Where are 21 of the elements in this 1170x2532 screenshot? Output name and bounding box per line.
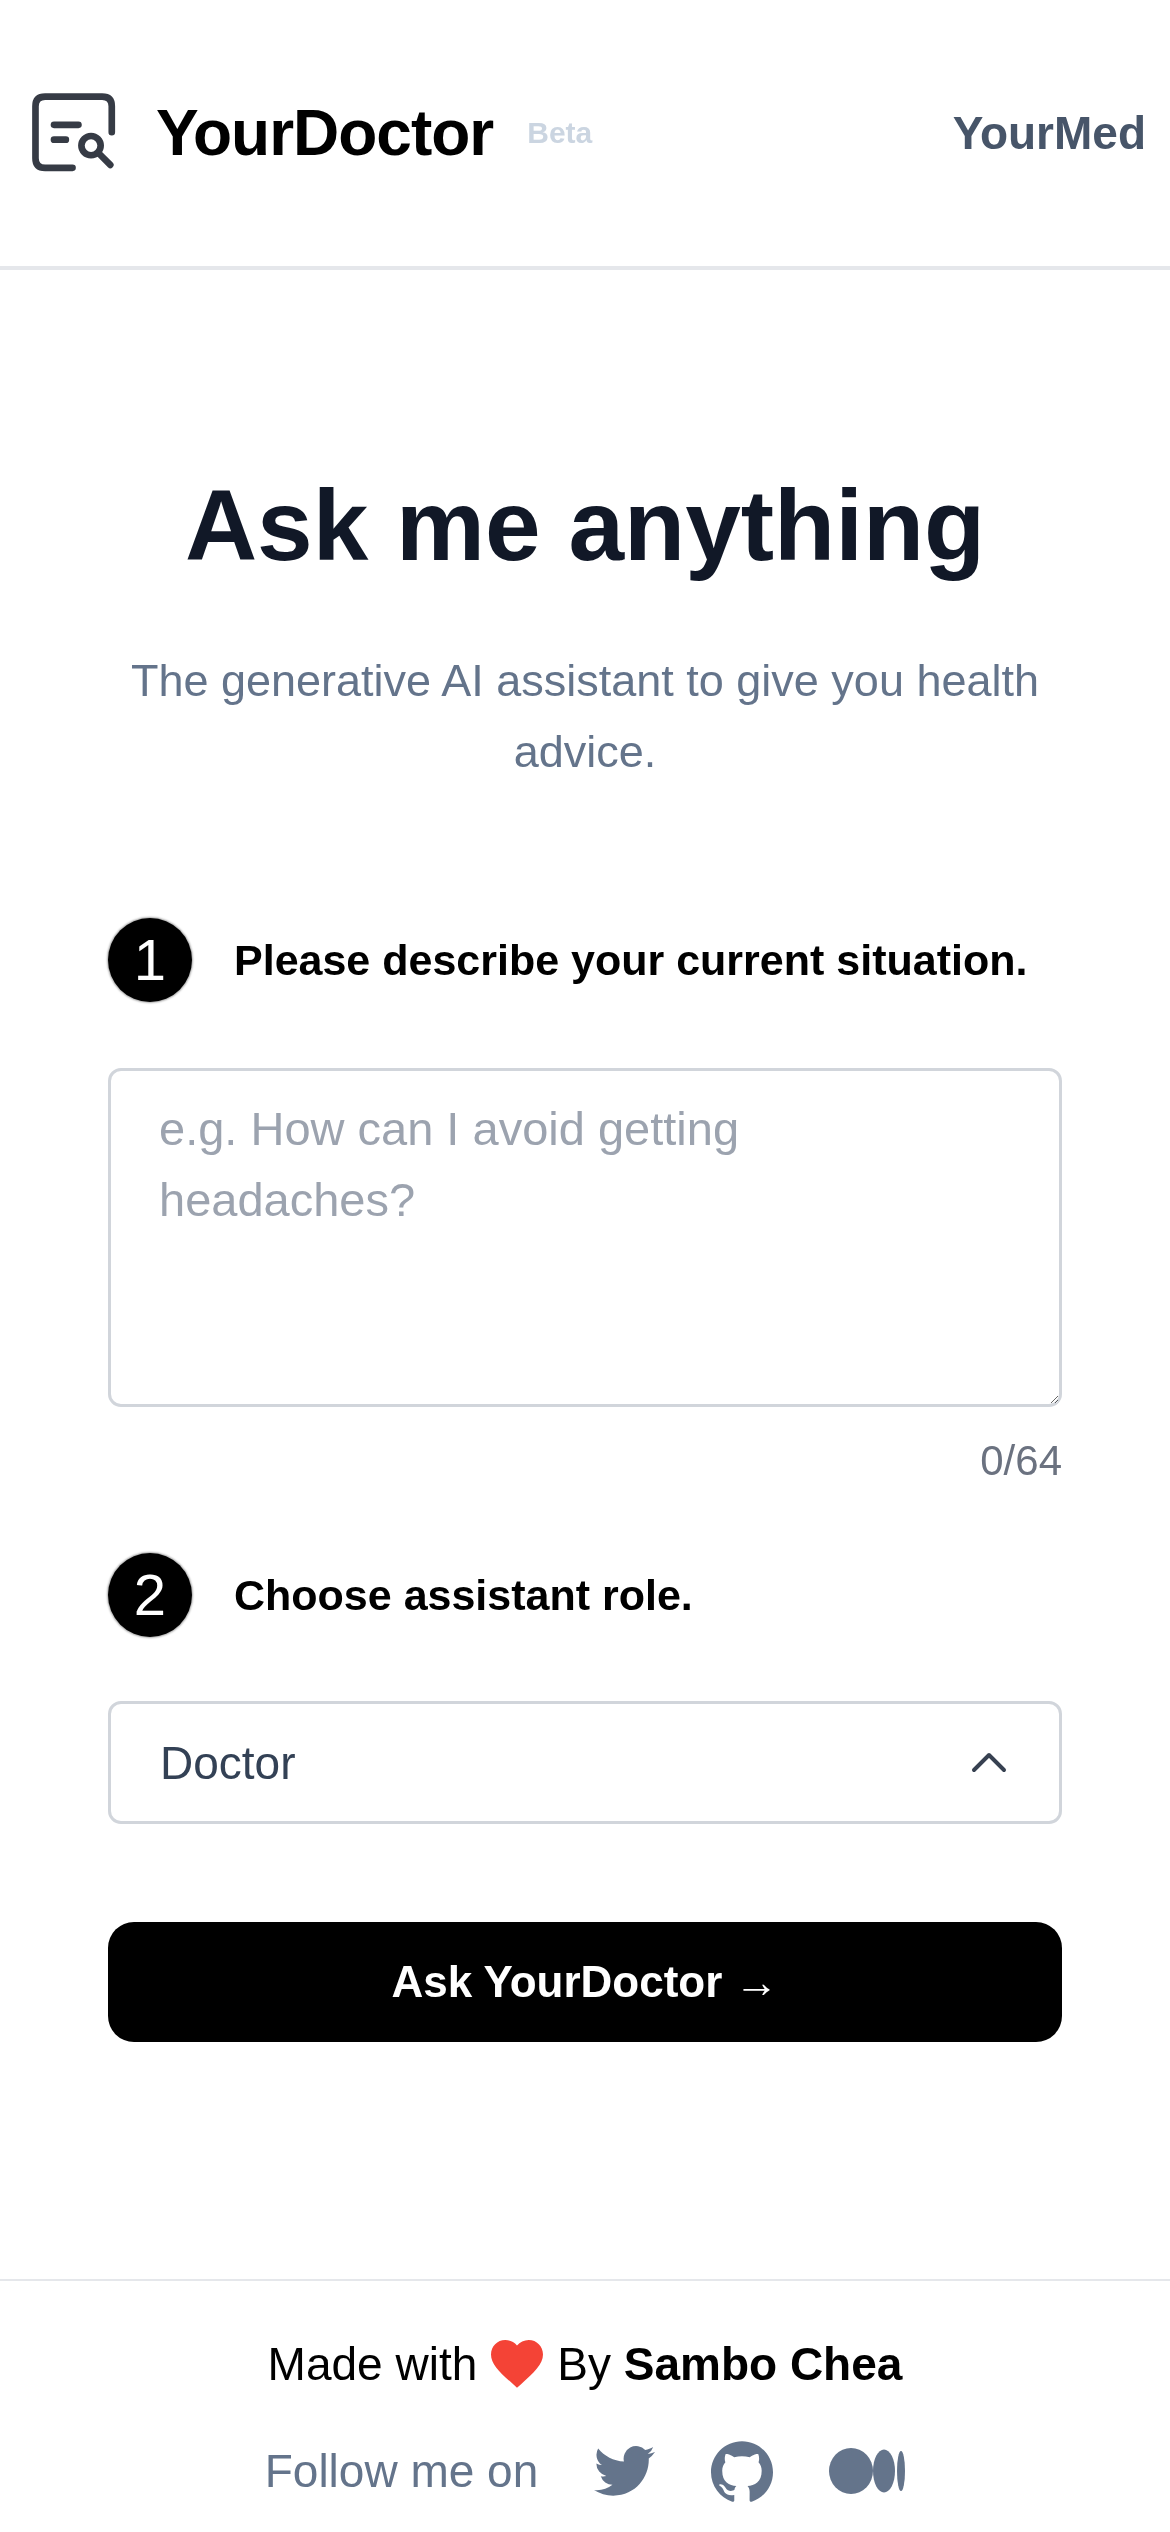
github-icon[interactable]: [711, 2440, 774, 2502]
yourmed-link[interactable]: YourMed: [952, 106, 1146, 160]
page-heading: Ask me anything: [183, 468, 987, 583]
document-search-icon: [30, 93, 118, 173]
step-number: 1: [108, 918, 192, 1002]
situation-input[interactable]: e.g. How can I avoid getting headaches?: [108, 1068, 1062, 1407]
character-count: 0/64: [980, 1437, 1062, 1484]
step-label: Please describe your current situation.: [234, 935, 1028, 985]
ask-button[interactable]: Ask YourDoctor →: [108, 1922, 1062, 2042]
app-title: YourDoctor: [156, 95, 494, 171]
chevron-up-icon: [971, 1752, 1007, 1773]
step-number: 2: [108, 1553, 192, 1637]
heart-icon: [491, 2340, 544, 2388]
page-subtitle: The generative AI assistant to give you health advice.: [129, 654, 1041, 779]
twitter-icon[interactable]: [594, 2446, 656, 2496]
medium-icon[interactable]: [829, 2448, 906, 2494]
author-credit: By Sambo Chea: [557, 2337, 903, 2391]
step-label: Choose assistant role.: [234, 1570, 693, 1620]
credit-text: Made with: [267, 2337, 478, 2391]
role-select[interactable]: Doctor: [108, 1701, 1062, 1824]
follow-label: Follow me on: [264, 2444, 539, 2498]
